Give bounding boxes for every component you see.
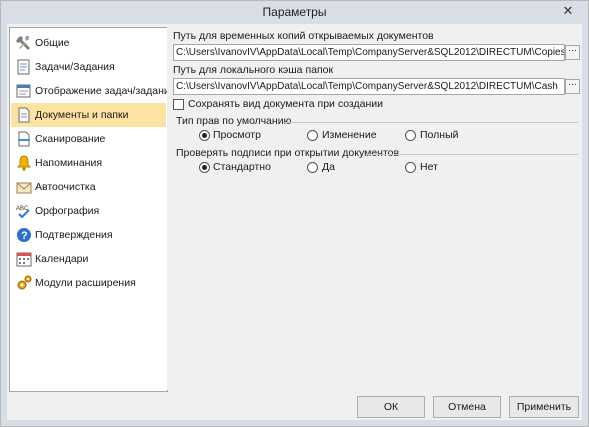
apply-button[interactable]: Применить	[509, 396, 579, 418]
rights-group-title: Тип прав по умолчанию	[176, 115, 292, 127]
save-view-checkbox[interactable]	[173, 99, 184, 110]
sidebar-item-label: Общие	[35, 37, 70, 49]
task-view-icon	[15, 82, 33, 100]
cache-path-label: Путь для локального кэша папок	[173, 64, 334, 76]
sidebar-item-extensions[interactable]: Модули расширения	[11, 271, 166, 295]
save-view-label: Сохранять вид документа при создании	[188, 98, 383, 110]
sidebar-item-label: Календари	[35, 253, 89, 265]
rights-edit-radio[interactable]	[307, 130, 318, 141]
temp-path-browse-button[interactable]: ···	[565, 45, 580, 60]
sidebar-item-documents[interactable]: Документы и папки	[11, 103, 166, 127]
signature-no-radio[interactable]	[405, 162, 416, 173]
sidebar-item-label: Отображение задач/заданий	[35, 85, 176, 97]
sidebar-item-reminders[interactable]: Напоминания	[11, 151, 166, 175]
rights-view-radio[interactable]	[199, 130, 210, 141]
signature-yes-radio[interactable]	[307, 162, 318, 173]
rights-edit-label: Изменение	[322, 129, 377, 141]
signature-group-divider	[366, 154, 578, 155]
temp-path-field[interactable]: C:\Users\IvanovIV\AppData\Local\Temp\Com…	[173, 44, 565, 61]
sidebar-item-confirmations[interactable]: ? Подтверждения	[11, 223, 166, 247]
bell-icon	[15, 154, 33, 172]
title-bar: Параметры ✕	[1, 1, 588, 23]
tasks-icon	[15, 58, 33, 76]
sidebar-item-spelling[interactable]: ABC Орфография	[11, 199, 166, 223]
cancel-button[interactable]: Отмена	[433, 396, 501, 418]
ok-button[interactable]: ОК	[357, 396, 425, 418]
sidebar-item-label: Документы и папки	[35, 109, 129, 121]
calendar-icon	[15, 250, 33, 268]
sidebar-item-scanning[interactable]: Сканирование	[11, 127, 166, 151]
sidebar-item-tasks[interactable]: Задачи/Задания	[11, 55, 166, 79]
sidebar-item-label: Задачи/Задания	[35, 61, 115, 73]
settings-sidebar: Общие Задачи/Задания Отображение задач/з…	[9, 27, 176, 392]
rights-full-radio[interactable]	[405, 130, 416, 141]
settings-content: Путь для временных копий открываемых док…	[167, 27, 580, 390]
signature-yes-label: Да	[322, 161, 335, 173]
sidebar-item-label: Напоминания	[35, 157, 103, 169]
document-icon	[15, 106, 33, 124]
cache-path-field[interactable]: C:\Users\IvanovIV\AppData\Local\Temp\Com…	[173, 78, 565, 95]
close-button[interactable]: ✕	[554, 2, 582, 20]
rights-full-label: Полный	[420, 129, 459, 141]
sidebar-item-label: Орфография	[35, 205, 100, 217]
svg-text:?: ?	[21, 230, 28, 242]
tools-icon	[15, 34, 33, 52]
window-title: Параметры	[262, 5, 327, 19]
sidebar-item-task-view[interactable]: Отображение задач/заданий	[11, 79, 176, 103]
envelope-icon	[15, 178, 33, 196]
signature-standard-radio[interactable]	[199, 162, 210, 173]
signature-standard-label: Стандартно	[213, 161, 271, 173]
sidebar-item-label: Автоочистка	[35, 181, 96, 193]
signature-group-title: Проверять подписи при открытии документо…	[176, 147, 400, 159]
scanner-icon	[15, 130, 33, 148]
sidebar-item-autoclean[interactable]: Автоочистка	[11, 175, 166, 199]
spellcheck-icon: ABC	[15, 202, 33, 220]
gears-icon	[15, 274, 33, 292]
sidebar-item-label: Сканирование	[35, 133, 106, 145]
dialog-body: Общие Задачи/Задания Отображение задач/з…	[7, 24, 582, 420]
rights-view-label: Просмотр	[213, 129, 261, 141]
sidebar-item-label: Модули расширения	[35, 277, 136, 289]
settings-window: Параметры ✕ Общие Задачи/Задания Отображ…	[0, 0, 589, 427]
temp-path-label: Путь для временных копий открываемых док…	[173, 30, 434, 42]
sidebar-item-label: Подтверждения	[35, 229, 113, 241]
sidebar-item-calendars[interactable]: Календари	[11, 247, 166, 271]
rights-group-divider	[283, 122, 578, 123]
close-icon: ✕	[562, 3, 574, 18]
sidebar-item-general[interactable]: Общие	[11, 31, 166, 55]
cache-path-browse-button[interactable]: ···	[565, 79, 580, 94]
signature-no-label: Нет	[420, 161, 438, 173]
question-icon: ?	[15, 226, 33, 244]
